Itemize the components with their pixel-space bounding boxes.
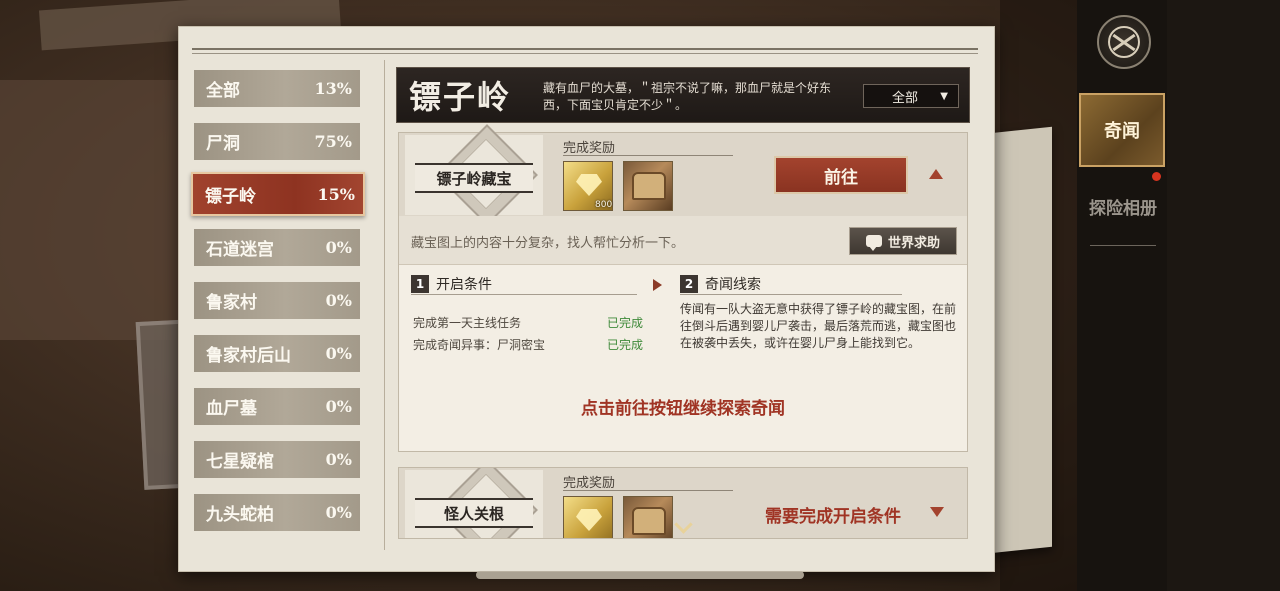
world-help-label: 世界求助 bbox=[887, 235, 940, 251]
tab-qiwen[interactable]: 奇闻 bbox=[1079, 93, 1165, 167]
category-percent: 0% bbox=[325, 238, 352, 257]
category-percent: 15% bbox=[317, 184, 355, 204]
quest-card-locked[interactable]: 怪人关根 完成奖励 需要完成开启条件 bbox=[398, 467, 968, 539]
background-paper bbox=[0, 80, 190, 340]
category-lujiacun-houshan[interactable]: 鲁家村后山 0% bbox=[194, 335, 360, 372]
panel-back-page bbox=[990, 126, 1052, 554]
reward-underline bbox=[563, 490, 733, 491]
category-name: 镖子岭 bbox=[205, 186, 256, 207]
section-rule bbox=[411, 294, 637, 295]
go-button[interactable]: 前往 bbox=[774, 156, 908, 194]
reward-gem[interactable] bbox=[563, 496, 613, 538]
category-percent: 0% bbox=[325, 397, 352, 416]
scrollbar[interactable] bbox=[476, 571, 804, 579]
section-title-clues: 奇闻线索 bbox=[705, 277, 761, 293]
category-name: 七星疑棺 bbox=[206, 452, 274, 472]
category-percent: 0% bbox=[325, 450, 352, 469]
reward-label: 完成奖励 bbox=[563, 476, 616, 491]
category-name: 九头蛇柏 bbox=[206, 505, 274, 525]
category-shidong[interactable]: 尸洞 75% bbox=[194, 123, 360, 160]
treasure-chest-icon bbox=[632, 172, 666, 200]
category-name: 血尸墓 bbox=[206, 399, 257, 419]
collapse-up-icon[interactable] bbox=[929, 169, 943, 179]
gem-icon bbox=[576, 174, 602, 196]
category-name: 鲁家村 bbox=[206, 293, 257, 313]
quest-summary: 镖子岭藏宝 完成奖励 800 前往 bbox=[399, 124, 967, 226]
location-title: 镖子岭 bbox=[409, 78, 512, 116]
quest-card: 镖子岭藏宝 完成奖励 800 前往 藏宝图上的内容十分复杂，找人帮忙分析一下。 … bbox=[398, 124, 968, 452]
category-percent: 0% bbox=[325, 291, 352, 310]
sidebar-divider bbox=[384, 60, 385, 550]
category-name: 鲁家村后山 bbox=[206, 346, 291, 366]
condition-status: 已完成 bbox=[607, 338, 644, 352]
category-percent: 0% bbox=[325, 344, 352, 363]
right-margin bbox=[1167, 0, 1280, 591]
section-number: 2 bbox=[680, 275, 698, 293]
arrow-right-icon bbox=[653, 279, 662, 291]
quest-emblem: 镖子岭藏宝 bbox=[405, 124, 543, 226]
condition-status: 已完成 bbox=[607, 316, 644, 330]
filter-value: 全部 bbox=[892, 90, 919, 106]
quest-hint-row: 藏宝图上的内容十分复杂，找人帮忙分析一下。 世界求助 bbox=[399, 216, 967, 265]
chat-bubble-icon bbox=[865, 235, 882, 251]
category-shidao-migong[interactable]: 石道迷宫 0% bbox=[194, 229, 360, 266]
reward-chest[interactable] bbox=[623, 161, 673, 211]
tab-divider bbox=[1090, 245, 1156, 246]
category-name: 尸洞 bbox=[206, 134, 240, 154]
section-title-conditions: 开启条件 bbox=[436, 277, 492, 293]
category-biaoziling[interactable]: 镖子岭 15% bbox=[191, 172, 365, 216]
section-rule bbox=[680, 294, 902, 295]
locked-requirement: 需要完成开启条件 bbox=[765, 507, 901, 527]
category-qixing-yiguan[interactable]: 七星疑棺 0% bbox=[194, 441, 360, 478]
category-all[interactable]: 全部 13% bbox=[194, 70, 360, 107]
condition-text: 完成奇闻异事：尸洞密宝 bbox=[413, 338, 546, 352]
reward-chest[interactable] bbox=[623, 496, 673, 538]
category-jiutou-shebai[interactable]: 九头蛇柏 0% bbox=[194, 494, 360, 531]
category-name: 石道迷宫 bbox=[206, 240, 274, 260]
right-rail bbox=[1077, 0, 1167, 591]
quest-emblem: 怪人关根 bbox=[405, 468, 543, 538]
continue-hint: 点击前往按钮继续探索奇闻 bbox=[581, 399, 785, 419]
reward-gem-count: 800 bbox=[595, 200, 613, 210]
compass-logo-icon[interactable] bbox=[1097, 15, 1151, 69]
notification-dot bbox=[1152, 172, 1161, 181]
category-percent: 0% bbox=[325, 503, 352, 522]
panel-top-rule bbox=[192, 48, 978, 54]
reward-underline bbox=[563, 155, 733, 156]
tab-adventure-album[interactable]: 探险相册 bbox=[1080, 194, 1166, 219]
chevron-down-icon bbox=[674, 515, 693, 534]
world-help-button[interactable]: 世界求助 bbox=[849, 227, 957, 255]
treasure-chest-icon bbox=[632, 507, 666, 535]
dropdown-caret-icon: ▼ bbox=[940, 90, 948, 102]
gem-icon bbox=[576, 509, 602, 531]
expand-down-icon[interactable] bbox=[930, 507, 944, 517]
quest-name: 镖子岭藏宝 bbox=[415, 163, 533, 193]
category-percent: 13% bbox=[314, 79, 352, 98]
quest-hint: 藏宝图上的内容十分复杂，找人帮忙分析一下。 bbox=[411, 236, 685, 251]
category-xueshimu[interactable]: 血尸墓 0% bbox=[194, 388, 360, 425]
category-lujiacun[interactable]: 鲁家村 0% bbox=[194, 282, 360, 319]
reward-label: 完成奖励 bbox=[563, 141, 616, 156]
condition-text: 完成第一天主线任务 bbox=[413, 316, 522, 330]
quest-clue: 传闻有一队大盗无意中获得了镖子岭的藏宝图，在前往倒斗后遇到婴儿尸袭击，最后落荒而… bbox=[680, 302, 957, 350]
filter-dropdown[interactable]: 全部 ▼ bbox=[863, 84, 959, 108]
category-percent: 75% bbox=[314, 132, 352, 151]
section-number: 1 bbox=[411, 275, 429, 293]
location-description: 藏有血尸的大墓，＂祖宗不说了嘛，那血尸就是个好东西，下面宝贝肯定不少＂。 bbox=[543, 81, 832, 112]
quest-name: 怪人关根 bbox=[415, 498, 533, 528]
location-header: 镖子岭 藏有血尸的大墓，＂祖宗不说了嘛，那血尸就是个好东西，下面宝贝肯定不少＂。… bbox=[396, 67, 970, 123]
category-name: 全部 bbox=[206, 81, 240, 101]
